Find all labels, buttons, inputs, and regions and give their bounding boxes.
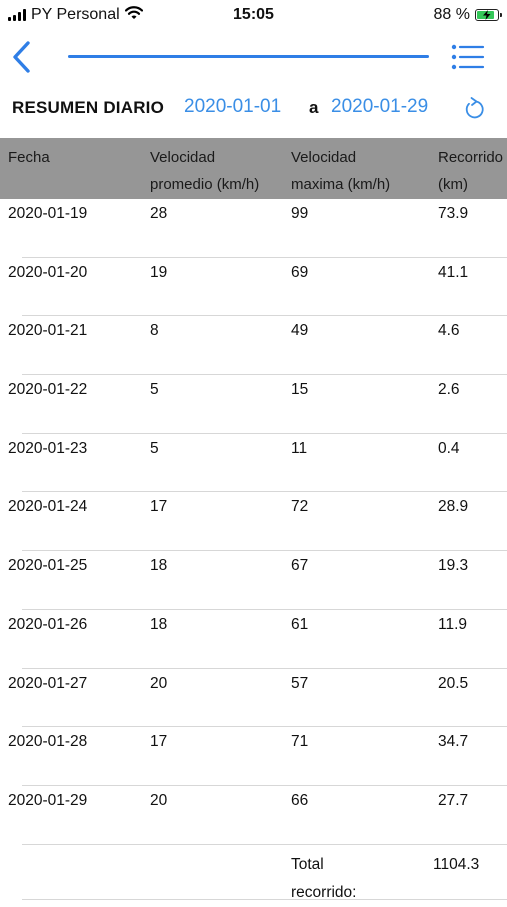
refresh-icon bbox=[465, 97, 484, 119]
cell-velocidad-promedio: 17 bbox=[150, 733, 168, 751]
refresh-button[interactable] bbox=[462, 95, 486, 123]
cell-velocidad-promedio: 28 bbox=[150, 205, 168, 222]
loading-progress-fill bbox=[68, 55, 429, 58]
cell-velocidad-maxima: 11 bbox=[291, 439, 308, 457]
table-row: 2020-01-19 28 99 73.9 bbox=[0, 199, 507, 258]
cell-velocidad-promedio: 20 bbox=[150, 674, 168, 692]
status-time: 15:05 bbox=[233, 6, 274, 23]
back-button[interactable] bbox=[8, 40, 38, 74]
cell-velocidad-maxima: 71 bbox=[291, 733, 309, 751]
cell-velocidad-maxima: 66 bbox=[291, 791, 309, 809]
cell-fecha: 2020-01-22 bbox=[8, 381, 88, 399]
table-row: 2020-01-23 5 11 0.4 bbox=[0, 434, 507, 493]
column-header-velocidad-promedio: Velocidad promedio (km/h) bbox=[150, 149, 260, 193]
battery-percentage: 88 % bbox=[433, 6, 470, 23]
column-header-recorrido: Recorrido (km) bbox=[438, 149, 504, 193]
table-row: 2020-01-20 19 69 41.1 bbox=[0, 258, 507, 317]
cell-fecha: 2020-01-19 bbox=[8, 205, 88, 222]
column-header-velocidad-maxima: Velocidad maxima (km/h) bbox=[291, 149, 391, 193]
cell-velocidad-promedio: 18 bbox=[150, 615, 168, 633]
status-bar: PY Personal 15:05 88 % bbox=[0, 0, 507, 30]
cell-fecha: 2020-01-26 bbox=[8, 615, 88, 633]
back-chevron-icon bbox=[13, 41, 30, 73]
cell-velocidad-maxima: 69 bbox=[291, 263, 309, 281]
date-from-field[interactable]: 2020-01-01 bbox=[184, 96, 281, 118]
cell-velocidad-promedio: 17 bbox=[150, 498, 168, 516]
table-row: 2020-01-26 18 61 11.9 bbox=[0, 610, 507, 669]
cell-recorrido: 73.9 bbox=[438, 205, 469, 222]
menu-button[interactable] bbox=[450, 44, 486, 70]
column-header-fecha: Fecha bbox=[8, 149, 50, 166]
table-body: 2020-01-19 28 99 73.9 2020-01-20 19 69 4… bbox=[0, 199, 507, 903]
cell-recorrido: 34.7 bbox=[438, 733, 469, 751]
cell-recorrido: 27.7 bbox=[438, 791, 469, 809]
table-row: 2020-01-24 17 72 28.9 bbox=[0, 492, 507, 552]
cell-recorrido: 19.3 bbox=[438, 557, 469, 575]
summary-row: RESUMEN DIARIO 2020-01-01 a 2020-01-29 bbox=[0, 84, 507, 136]
cell-velocidad-maxima: 99 bbox=[291, 205, 309, 222]
total-row: Total recorrido: 1104.3 bbox=[0, 845, 507, 903]
table-row: 2020-01-21 8 49 4.6 bbox=[0, 316, 507, 376]
cell-velocidad-maxima: 67 bbox=[291, 557, 309, 575]
cell-velocidad-maxima: 49 bbox=[291, 322, 309, 340]
table-row: 2020-01-28 17 71 34.7 bbox=[0, 727, 507, 786]
table-row: 2020-01-25 18 67 19.3 bbox=[0, 551, 507, 610]
table-row: 2020-01-22 5 15 2.6 bbox=[0, 375, 507, 434]
nav-bar bbox=[0, 30, 507, 84]
table-row: 2020-01-29 20 66 27.7 bbox=[0, 786, 507, 845]
cell-velocidad-maxima: 61 bbox=[291, 615, 309, 633]
cell-velocidad-maxima: 15 bbox=[291, 381, 309, 399]
date-range-separator: a bbox=[309, 98, 319, 117]
table-row: 2020-01-27 20 57 20.5 bbox=[0, 669, 507, 728]
cell-recorrido: 28.9 bbox=[438, 498, 469, 516]
cell-fecha: 2020-01-21 bbox=[8, 322, 88, 340]
cell-recorrido: 20.5 bbox=[438, 674, 469, 692]
cell-velocidad-maxima: 72 bbox=[291, 498, 309, 516]
summary-title: RESUMEN DIARIO bbox=[12, 98, 165, 117]
battery-icon bbox=[475, 9, 502, 21]
cell-recorrido: 11.9 bbox=[438, 615, 468, 633]
cell-fecha: 2020-01-24 bbox=[8, 498, 88, 516]
cell-velocidad-maxima: 57 bbox=[291, 674, 309, 692]
cell-velocidad-promedio: 5 bbox=[150, 439, 159, 457]
status-right: 88 % bbox=[433, 4, 502, 26]
cell-velocidad-promedio: 5 bbox=[150, 381, 159, 399]
cell-fecha: 2020-01-20 bbox=[8, 263, 88, 281]
cell-fecha: 2020-01-25 bbox=[8, 557, 88, 575]
loading-progress-bar bbox=[68, 55, 429, 58]
cell-fecha: 2020-01-23 bbox=[8, 439, 88, 457]
cell-fecha: 2020-01-27 bbox=[8, 674, 88, 692]
cell-recorrido: 0.4 bbox=[438, 439, 460, 457]
date-to-field[interactable]: 2020-01-29 bbox=[331, 96, 428, 118]
cell-recorrido: 41.1 bbox=[438, 263, 469, 281]
cell-velocidad-promedio: 20 bbox=[150, 791, 168, 809]
cell-fecha: 2020-01-28 bbox=[8, 733, 88, 751]
cell-recorrido: 2.6 bbox=[438, 381, 460, 399]
cell-velocidad-promedio: 18 bbox=[150, 557, 168, 575]
cell-fecha: 2020-01-29 bbox=[8, 791, 88, 809]
table-header: Fecha Velocidad promedio (km/h) Velocida… bbox=[0, 138, 507, 199]
cell-velocidad-promedio: 8 bbox=[150, 322, 159, 340]
total-value: 1104.3 bbox=[433, 855, 480, 873]
cell-recorrido: 4.6 bbox=[438, 322, 460, 340]
list-menu-icon bbox=[451, 44, 485, 70]
cell-velocidad-promedio: 19 bbox=[150, 263, 168, 281]
